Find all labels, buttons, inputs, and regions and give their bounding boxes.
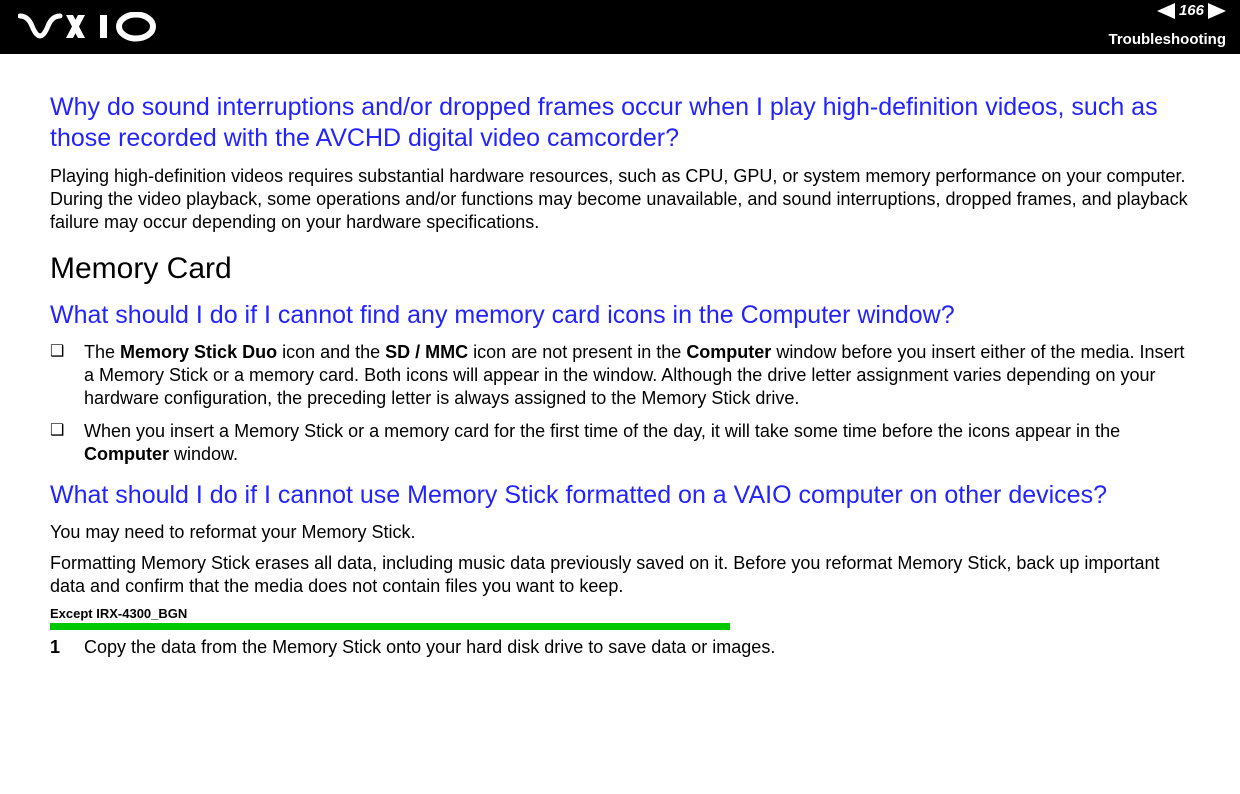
page-number: 166 xyxy=(1177,2,1206,19)
section-heading: Memory Card xyxy=(50,252,1190,286)
nav-next-icon[interactable] xyxy=(1208,3,1226,19)
question-heading-2: What should I do if I cannot find any me… xyxy=(50,300,1190,331)
answer-paragraph-3a: You may need to reformat your Memory Sti… xyxy=(50,521,1190,544)
bullet-icon: ❑ xyxy=(50,341,84,410)
question-heading-1: Why do sound interruptions and/or droppe… xyxy=(50,92,1190,155)
note-label: Except IRX-4300_BGN xyxy=(50,606,1190,621)
header-bar: 166 Troubleshooting xyxy=(0,0,1240,54)
step-number: 1 xyxy=(50,636,84,659)
question-heading-3: What should I do if I cannot use Memory … xyxy=(50,480,1190,511)
bullet-icon: ❑ xyxy=(50,420,84,466)
list-item-text: The Memory Stick Duo icon and the SD / M… xyxy=(84,341,1190,410)
list-item-text: When you insert a Memory Stick or a memo… xyxy=(84,420,1190,466)
list-item: ❑ When you insert a Memory Stick or a me… xyxy=(50,420,1190,466)
step-text: Copy the data from the Memory Stick onto… xyxy=(84,636,775,659)
page-navigation: 166 xyxy=(1157,2,1226,19)
answer-paragraph-3b: Formatting Memory Stick erases all data,… xyxy=(50,552,1190,598)
green-divider xyxy=(50,623,730,630)
vaio-logo xyxy=(18,12,168,42)
step-row: 1 Copy the data from the Memory Stick on… xyxy=(50,636,1190,659)
list-item: ❑ The Memory Stick Duo icon and the SD /… xyxy=(50,341,1190,410)
bullet-list: ❑ The Memory Stick Duo icon and the SD /… xyxy=(50,341,1190,466)
page-content: Why do sound interruptions and/or droppe… xyxy=(0,54,1240,659)
section-name: Troubleshooting xyxy=(1109,31,1227,48)
nav-prev-icon[interactable] xyxy=(1157,3,1175,19)
answer-paragraph-1: Playing high-definition videos requires … xyxy=(50,165,1190,234)
